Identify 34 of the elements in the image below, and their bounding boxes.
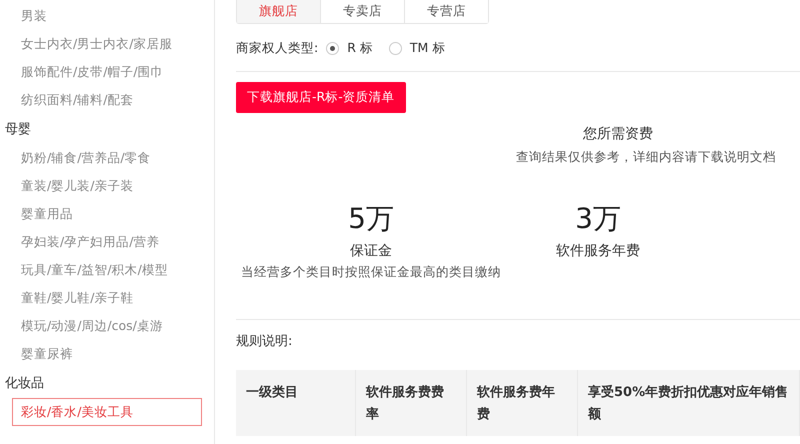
fee-label: 软件服务年费 [556,242,640,260]
owner-type-label: 商家权人类型: [236,40,318,56]
radio-button[interactable] [326,42,340,54]
fee-label: 保证金 [350,242,392,260]
table-header: 软件服务费年费 [467,370,578,436]
table-header: 软件服务费费率 [356,370,467,436]
category-item[interactable]: 女士内衣/男士内衣/家居服 [12,30,202,58]
fee-note: 当经营多个类目时按照保证金最高的类目缴纳 [241,264,501,281]
rules-title: 规则说明: [236,333,294,350]
fee-amount: 5万 [348,201,394,237]
fees-title: 您所需资费 [583,125,653,143]
category-heading: 母婴 [4,121,32,139]
table-header: 一级类目 [236,370,356,436]
table-header: 享受50%年费折扣优惠对应年销售额 [578,370,800,436]
category-item[interactable]: 婴童尿裤 [12,340,202,368]
fee-amount: 3万 [575,201,621,237]
category-item[interactable]: 模玩/动漫/周边/cos/桌游 [12,312,202,340]
category-heading: 化妆品 [4,375,45,393]
category-item[interactable]: 纺织面料/辅料/配套 [12,86,202,114]
fees-subtitle: 查询结果仅供参考，详细内容请下载说明文档 [516,149,776,166]
category-item[interactable]: 服饰配件/皮带/帽子/围巾 [12,58,202,86]
category-item[interactable]: 孕妇装/孕产妇用品/营养 [12,228,202,256]
category-item[interactable]: 婴童用品 [12,200,202,228]
store-type-tab[interactable]: 旗舰店 [237,0,321,23]
category-item[interactable]: 玩具/童车/益智/积木/模型 [12,256,202,284]
category-item[interactable]: 奶粉/辅食/营养品/零食 [12,144,202,172]
radio-label[interactable]: R 标 [347,40,373,56]
category-item[interactable]: 童鞋/婴儿鞋/亲子鞋 [12,284,202,312]
category-item[interactable]: 彩妆/香水/美妆工具 [12,398,202,426]
category-item[interactable]: 男装 [12,2,202,30]
radio-button[interactable] [388,42,402,54]
radio-label[interactable]: TM 标 [410,40,446,56]
category-item[interactable]: 童装/婴儿装/亲子装 [12,172,202,200]
download-button[interactable]: 下载旗舰店-R标-资质清单 [236,82,406,113]
